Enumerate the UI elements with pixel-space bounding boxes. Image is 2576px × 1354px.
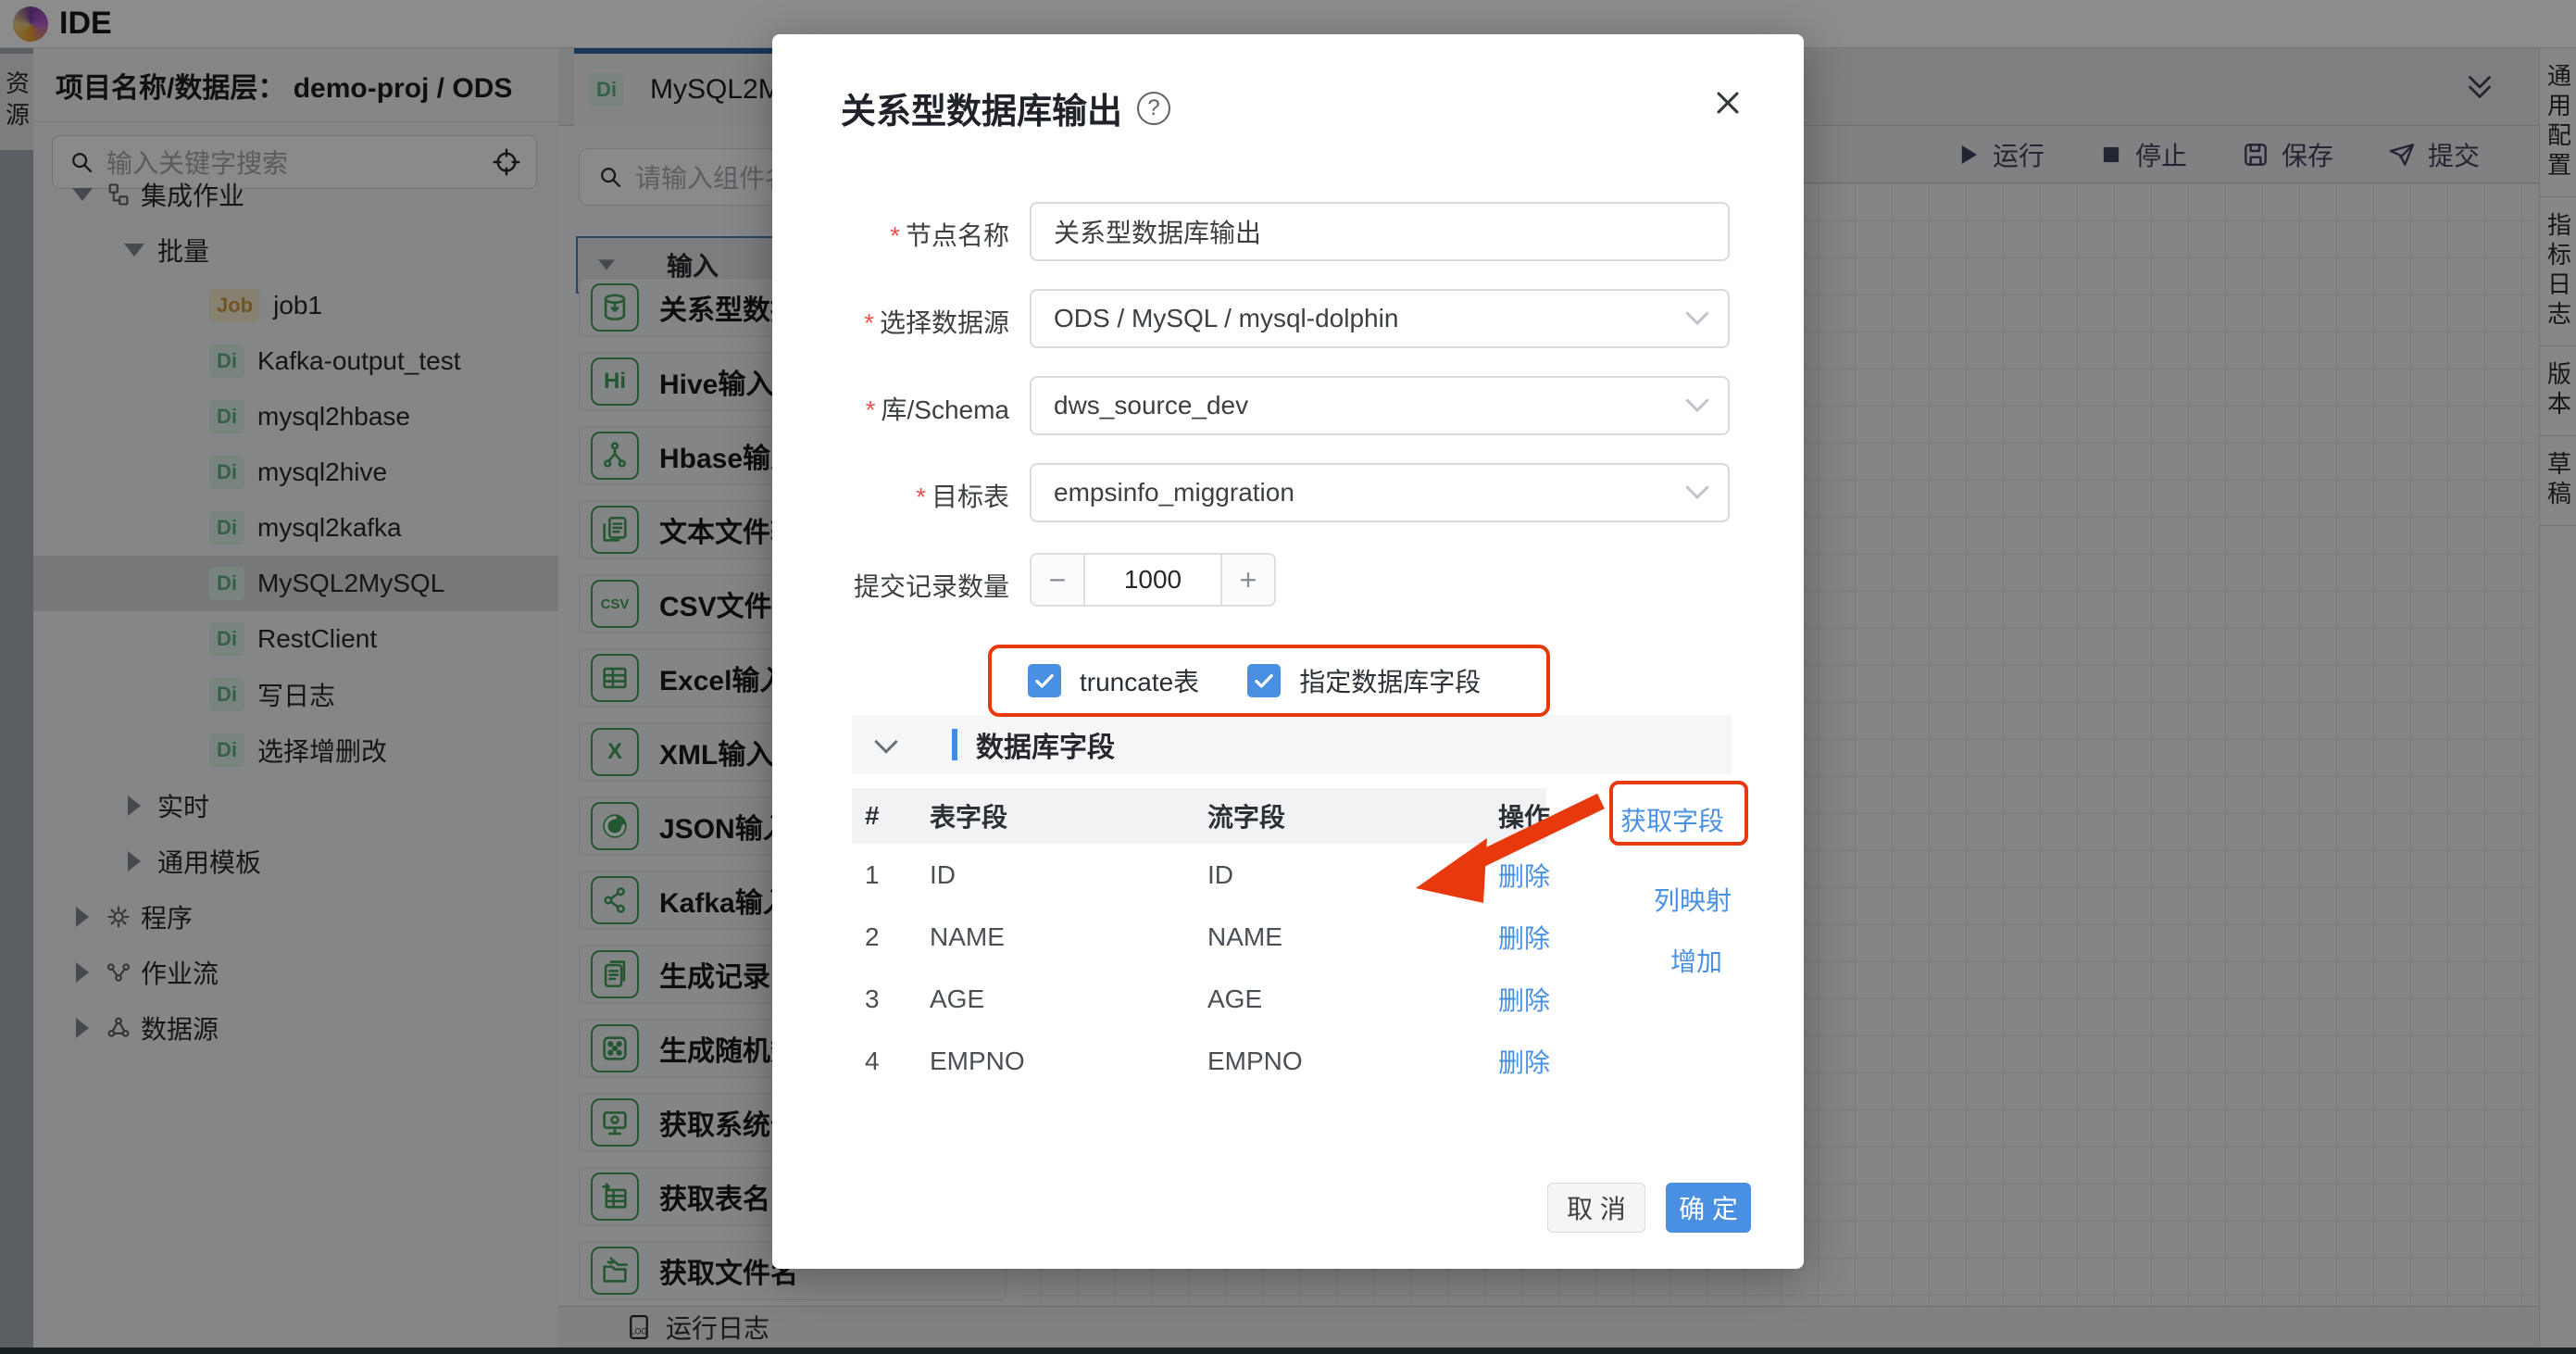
rdb-output-modal: 关系型数据库输出 ? *节点名称 *选择数据源 ODS / MySQL / my… xyxy=(772,34,1804,1269)
add-field-link[interactable]: 增加 xyxy=(1569,942,1722,979)
node-name-input[interactable] xyxy=(1054,217,1706,246)
close-icon[interactable] xyxy=(1707,82,1748,123)
checkbox-checked-icon[interactable] xyxy=(1247,664,1281,697)
section-accent-bar xyxy=(952,729,957,760)
cancel-button[interactable]: 取 消 xyxy=(1547,1183,1645,1233)
db-fields-section-header[interactable]: 数据库字段 xyxy=(852,715,1732,774)
delete-row-link[interactable]: 删除 xyxy=(1467,919,1559,956)
help-icon[interactable]: ? xyxy=(1137,92,1170,125)
ok-button[interactable]: 确 定 xyxy=(1666,1183,1751,1233)
chevron-down-icon xyxy=(874,730,897,753)
fields-table-rows: 1IDID删除2NAMENAME删除3AGEAGE删除4EMPNOEMPNO删除 xyxy=(852,844,1546,1092)
table-field-cell: ID xyxy=(930,860,1207,890)
specify-fields-checkbox[interactable]: 指定数据库字段 xyxy=(1247,662,1481,699)
stream-field-cell: AGE xyxy=(1207,984,1467,1014)
modal-title: 关系型数据库输出 xyxy=(841,82,1122,133)
table-field-cell: AGE xyxy=(930,984,1207,1014)
stream-field-cell: NAME xyxy=(1207,922,1467,952)
ide-page: IDE 资源 项目名称/数据层： demo-proj / ODS 输入关键字搜索… xyxy=(0,0,2576,1354)
checkbox-checked-icon[interactable] xyxy=(1028,664,1061,697)
row-number: 3 xyxy=(865,984,930,1014)
node-name-field[interactable] xyxy=(1030,202,1730,261)
table-field-cell: EMPNO xyxy=(930,1047,1207,1076)
stepper-value[interactable]: 1000 xyxy=(1083,555,1222,605)
target-table-select[interactable]: empsinfo_miggration xyxy=(1030,463,1730,522)
commit-count-stepper: − 1000 + xyxy=(1030,553,1276,607)
delete-row-link[interactable]: 删除 xyxy=(1467,1043,1559,1080)
schema-select[interactable]: dws_source_dev xyxy=(1030,376,1730,435)
column-map-link[interactable]: 列映射 xyxy=(1569,881,1732,918)
truncate-checkbox[interactable]: truncate表 xyxy=(1028,662,1199,699)
checkbox-row: truncate表 指定数据库字段 xyxy=(992,648,1546,713)
stepper-plus-button[interactable]: + xyxy=(1222,555,1274,605)
field-table-row: 3AGEAGE删除 xyxy=(852,968,1546,1030)
stepper-minus-button[interactable]: − xyxy=(1032,555,1083,605)
chevron-down-icon xyxy=(1685,389,1708,412)
delete-row-link[interactable]: 删除 xyxy=(1467,857,1559,894)
chevron-down-icon xyxy=(1685,302,1708,325)
schema-label: *库/Schema xyxy=(787,390,1009,427)
get-fields-link[interactable]: 获取字段 xyxy=(1569,801,1724,838)
field-table-row: 1IDID删除 xyxy=(852,844,1546,906)
chevron-down-icon xyxy=(1685,476,1708,499)
field-table-row: 4EMPNOEMPNO删除 xyxy=(852,1030,1546,1092)
delete-row-link[interactable]: 删除 xyxy=(1467,981,1559,1018)
modal-footer: 取 消 确 定 xyxy=(1547,1183,1751,1233)
node-name-label: *节点名称 xyxy=(787,216,1009,253)
stream-field-cell: EMPNO xyxy=(1207,1047,1467,1076)
datasource-select[interactable]: ODS / MySQL / mysql-dolphin xyxy=(1030,289,1730,348)
row-number: 1 xyxy=(865,860,930,890)
row-number: 4 xyxy=(865,1047,930,1076)
row-number: 2 xyxy=(865,922,930,952)
stream-field-cell: ID xyxy=(1207,860,1467,890)
datasource-label: *选择数据源 xyxy=(787,303,1009,340)
commit-count-label: 提交记录数量 xyxy=(787,567,1009,604)
table-field-cell: NAME xyxy=(930,922,1207,952)
fields-table-header: # 表字段 流字段 操作 xyxy=(852,788,1546,844)
field-table-row: 2NAMENAME删除 xyxy=(852,906,1546,968)
field-actions: 获取字段 列映射 增加 xyxy=(1569,788,1744,979)
target-table-label: *目标表 xyxy=(787,477,1009,514)
